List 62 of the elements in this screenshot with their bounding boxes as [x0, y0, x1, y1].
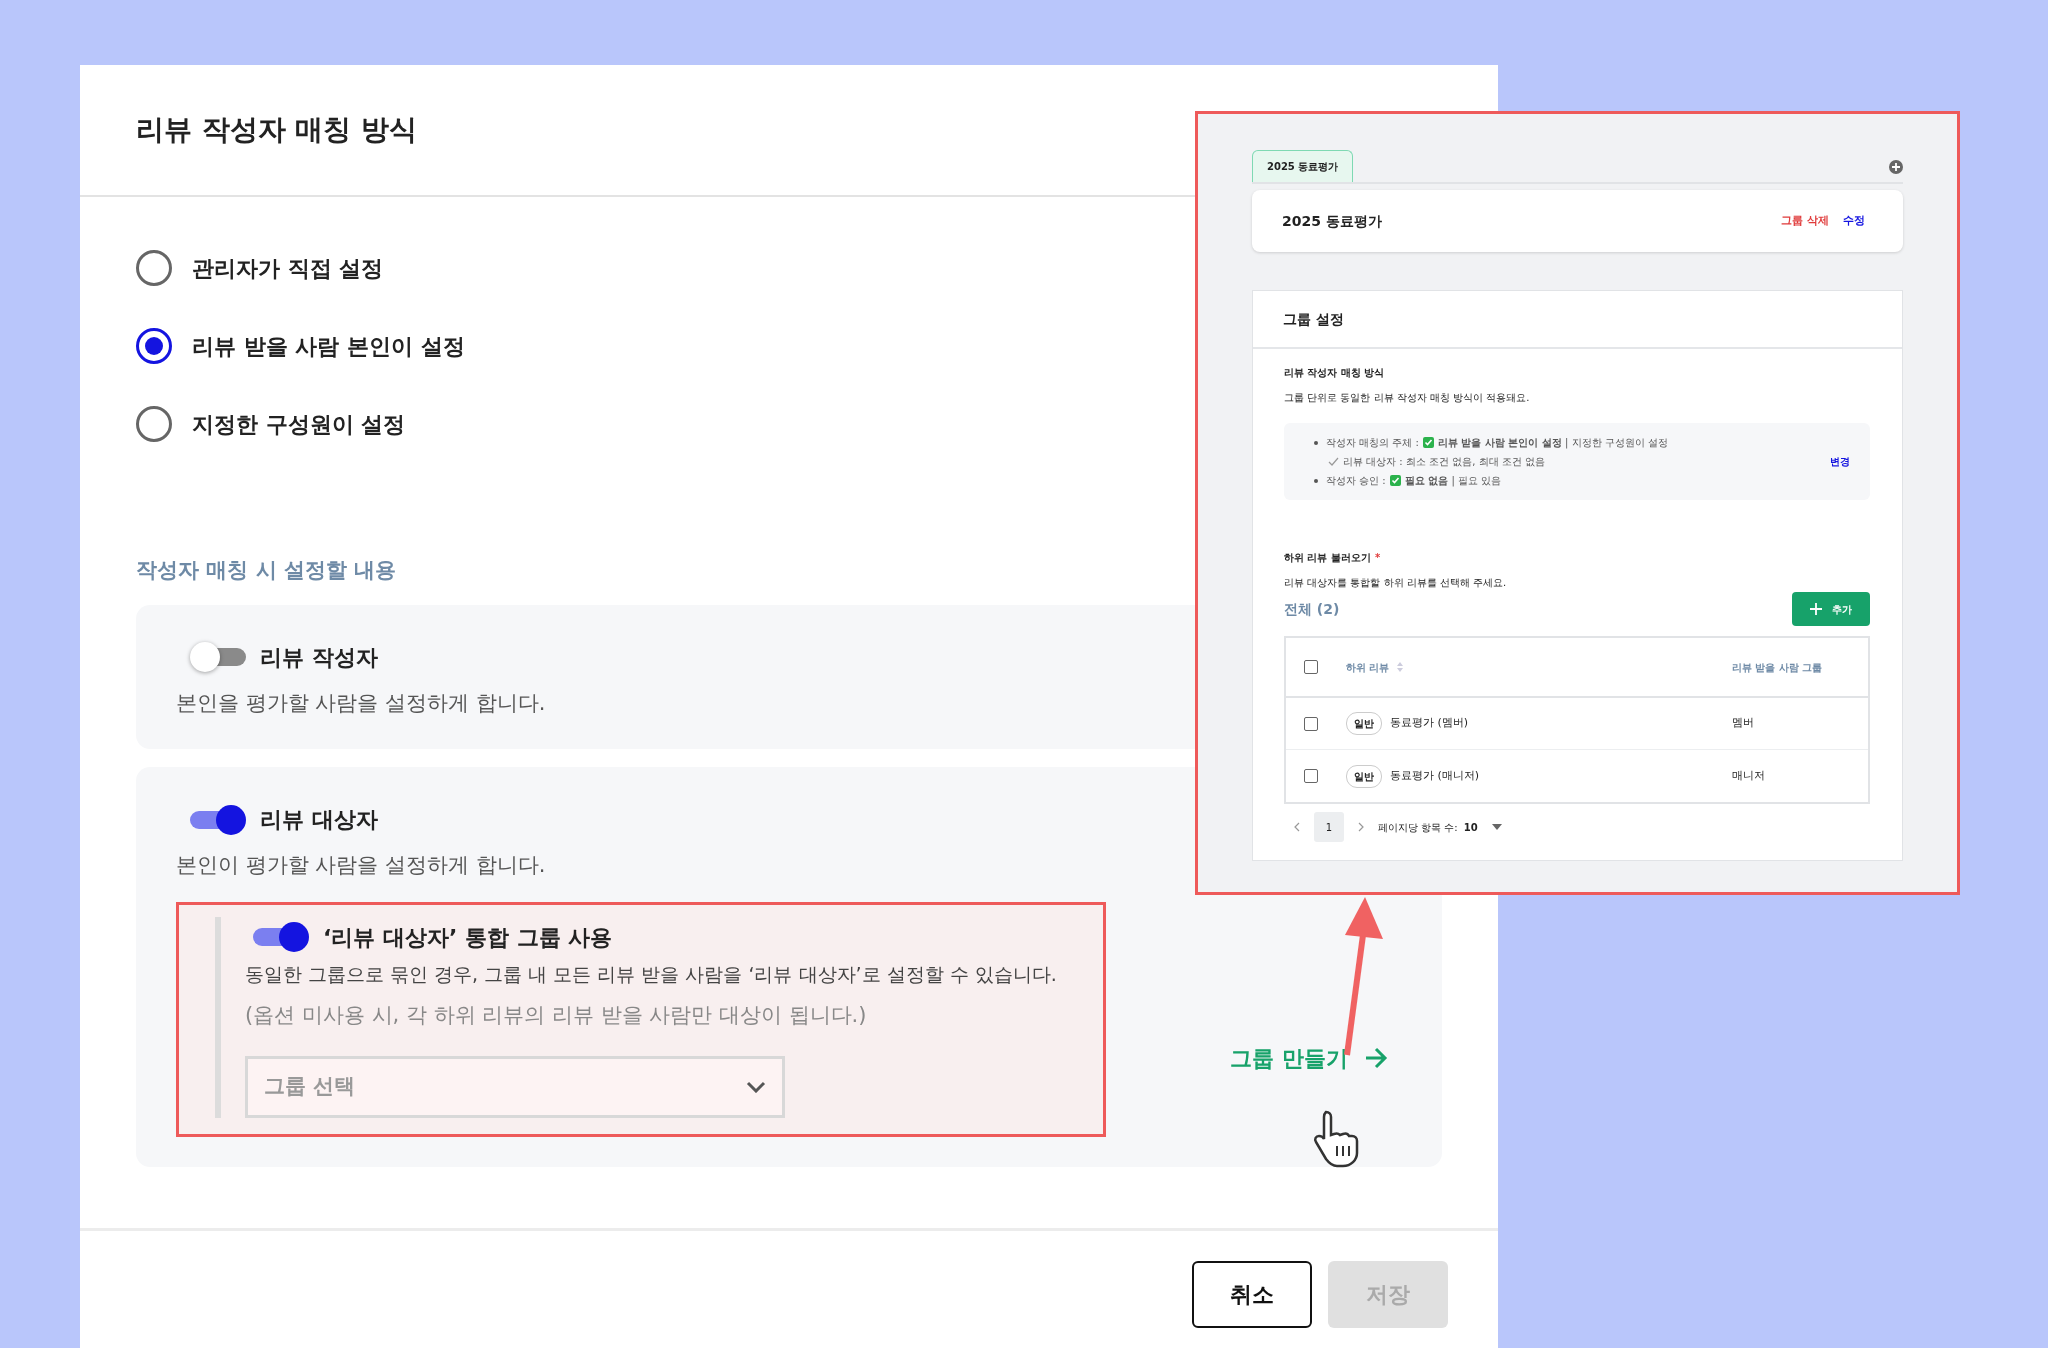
arrow-right-icon	[1364, 1047, 1388, 1069]
table-cell-text: 동료평가 (매니저)	[1390, 767, 1480, 784]
radio-label: 리뷰 받을 사람 본인이 설정	[192, 332, 465, 361]
radio-button[interactable]	[136, 250, 172, 286]
checkmark-icon	[1389, 475, 1401, 486]
page-button[interactable]: 1	[1314, 812, 1344, 842]
radio-label: 지정한 구성원이 설정	[192, 410, 406, 439]
option-title: ‘리뷰 대상자’ 통합 그룹 사용	[323, 923, 613, 952]
per-page-label: 페이지당 항목 수:	[1378, 820, 1458, 835]
row-checkbox[interactable]	[1304, 716, 1318, 731]
tab[interactable]: 2025 동료평가	[1252, 150, 1354, 182]
chevron-left-icon[interactable]	[1294, 822, 1300, 832]
table-cell-text: 멤버	[1732, 715, 1755, 732]
add-icon[interactable]	[1889, 160, 1903, 174]
setting-title: 리뷰 작성자	[260, 643, 378, 672]
table-cell-text: 매니저	[1732, 767, 1766, 784]
plus-icon	[1810, 603, 1822, 615]
card-title: 그룹 설정	[1253, 291, 1902, 349]
dialog-title: 리뷰 작성자 매칭 방식	[136, 113, 418, 147]
column-header: 리뷰 받을 사람 그룹	[1732, 660, 1824, 675]
delete-link[interactable]: 그룹 삭제	[1781, 213, 1829, 227]
subsection-description: 리뷰 대상자를 통합할 하위 리뷰를 선택해 주세요.	[1284, 576, 1508, 590]
subsection-description: 그룹 단위로 동일한 리뷰 작성자 매칭 방식이 적용돼요.	[1284, 391, 1531, 405]
check-icon	[1328, 457, 1339, 466]
subsection-title: 하위 리뷰 불러오기	[1284, 551, 1371, 565]
section-title: 작성자 매칭 시 설정할 내용	[136, 557, 397, 584]
checkmark-icon	[1422, 437, 1434, 448]
setting-title: 리뷰 대상자	[260, 806, 378, 834]
type-tag: 일반	[1346, 764, 1382, 788]
select-all-checkbox[interactable]	[1304, 660, 1318, 674]
toggle-switch[interactable]	[190, 642, 246, 672]
setting-description: 본인을 평가할 사람을 설정하게 합니다.	[176, 689, 546, 717]
required-mark: *	[1374, 551, 1381, 565]
edit-link[interactable]: 수정	[1843, 213, 1865, 227]
toggle-switch[interactable]	[190, 804, 246, 835]
subsection-title: 리뷰 작성자 매칭 방식	[1284, 366, 1386, 380]
chevron-right-icon[interactable]	[1358, 822, 1364, 832]
column-header: 하위 리뷰	[1346, 660, 1390, 675]
dropdown-caret-icon[interactable]	[1491, 824, 1502, 830]
chevron-down-icon	[746, 1080, 766, 1093]
cancel-button[interactable]: 취소	[1192, 1261, 1312, 1328]
type-tag: 일반	[1346, 712, 1382, 735]
setting-description: 본인이 평가할 사람을 설정하게 합니다.	[176, 852, 547, 879]
radio-button[interactable]	[136, 406, 172, 442]
table-cell: 동료평가 (멤버)	[1390, 715, 1469, 732]
change-link[interactable]: 변경	[1830, 454, 1850, 469]
group-name: 2025 동료평가	[1282, 211, 1382, 231]
row-checkbox[interactable]	[1304, 769, 1318, 783]
option-note: (옵션 미사용 시, 각 하위 리뷰의 리뷰 받을 사람만 대상이 됩니다.)	[245, 1002, 868, 1029]
summary-text: 리뷰 대상자 : 최소 조건 없음, 최대 조건 없음	[1343, 455, 1545, 469]
per-page-value: 10	[1463, 820, 1478, 835]
radio-button[interactable]	[136, 328, 172, 364]
summary-value: 리뷰 받을 사람 본인이 설정 | 지정한 구성원이 설정	[1437, 436, 1668, 450]
summary-label: 작성자 승인 :	[1326, 474, 1386, 488]
summary-value: 필요 없음 | 필요 있음	[1404, 474, 1502, 488]
radio-label: 관리자가 직접 설정	[192, 254, 384, 283]
option-description: 동일한 그룹으로 묶인 경우, 그룹 내 모든 리뷰 받을 사람을 ‘리뷰 대상자’로 설정할 수 있습니다.	[245, 961, 1058, 987]
bullet-icon	[1314, 478, 1318, 483]
toggle-switch[interactable]	[253, 922, 309, 952]
bullet-icon	[1314, 440, 1318, 445]
total-count: 전체 (2)	[1284, 599, 1340, 619]
summary-label: 작성자 매칭의 주체 :	[1326, 436, 1419, 450]
